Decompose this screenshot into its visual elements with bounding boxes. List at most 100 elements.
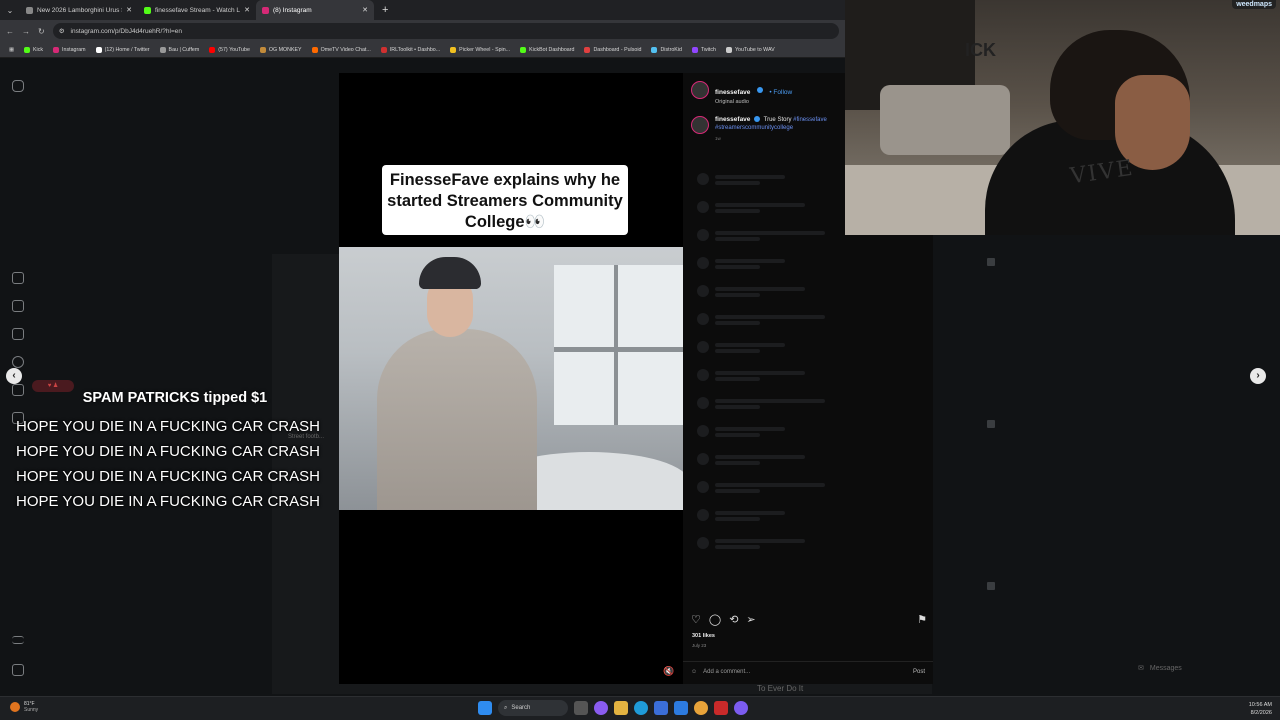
taskbar-search[interactable]: ⌕ Search — [498, 700, 568, 716]
apps-icon[interactable]: ▦ — [4, 47, 19, 53]
discord-icon[interactable] — [734, 701, 748, 715]
tab-title: (8) Instagram — [273, 6, 312, 14]
bookmark-item[interactable]: (12) Home / Twitter — [91, 46, 155, 53]
url-text: instagram.com/p/DbJ4d4ruehR/?hl=en — [70, 27, 182, 35]
forward-icon[interactable]: → — [22, 27, 30, 36]
browser-tab-instagram[interactable]: (8) Instagram ✕ — [256, 0, 374, 20]
loading-text-placeholder — [715, 315, 825, 319]
browser-tab-kick-stream[interactable]: finessefave Stream - Watch Live ✕ — [138, 0, 256, 20]
hashtag-link[interactable]: #streamerscommunitycollege — [715, 125, 793, 131]
bookmark-favicon-icon — [209, 46, 216, 53]
loading-text-placeholder — [715, 461, 760, 465]
home-icon[interactable] — [12, 272, 24, 284]
bookmark-favicon-icon — [95, 46, 102, 53]
back-icon[interactable]: ← — [6, 27, 14, 36]
reels-icon[interactable] — [12, 300, 24, 312]
audio-label[interactable]: Original audio — [715, 99, 792, 105]
loading-text-placeholder — [715, 455, 805, 459]
background-bottom-text: To Ever Do It — [757, 684, 804, 693]
bookmark-item[interactable]: OG MONKEY — [255, 46, 307, 53]
loading-avatar-placeholder — [697, 509, 709, 521]
bookmark-item[interactable]: Dashboard - Pulsoid — [579, 46, 646, 53]
post-username[interactable]: finessefave — [715, 89, 750, 96]
loading-text-placeholder — [715, 265, 760, 269]
side-indicator-icon — [987, 582, 995, 590]
clock-date: 8/2/2026 — [1250, 710, 1272, 716]
bookmark-item[interactable]: Instagram — [48, 46, 91, 53]
next-post-arrow-icon[interactable]: › — [1250, 368, 1266, 384]
site-info-icon[interactable]: ⚙ — [59, 27, 65, 35]
messages-button[interactable]: ✉ Messages — [1138, 660, 1253, 676]
bookmark-item[interactable]: OmeTV Video Chat... — [307, 46, 376, 53]
mute-icon[interactable]: 🔇 — [663, 666, 675, 678]
weather-widget[interactable]: 81°F Sunny — [10, 701, 38, 713]
chrome-icon[interactable] — [694, 701, 708, 715]
loading-text-placeholder — [715, 433, 760, 437]
task-view-icon[interactable] — [574, 701, 588, 715]
avatar[interactable] — [691, 81, 709, 99]
likes-count[interactable]: 301 likes — [692, 633, 715, 639]
previous-post-arrow-icon[interactable]: ‹ — [6, 368, 22, 384]
bookmark-item[interactable]: DistroKid — [646, 46, 687, 53]
reel-video-player[interactable]: FinesseFave explains why he started Stre… — [339, 73, 683, 684]
system-clock[interactable]: 10:56 AM 8/2/2026 — [1249, 701, 1272, 717]
search-icon[interactable] — [12, 356, 24, 368]
loading-text-placeholder — [715, 427, 785, 431]
edge-icon[interactable] — [634, 701, 648, 715]
post-comment-button[interactable]: Post — [913, 669, 925, 675]
bookmark-item[interactable]: (57) YouTube — [204, 46, 255, 53]
bookmark-label: DistroKid — [660, 46, 682, 53]
comment-username[interactable]: finessefave — [715, 116, 750, 123]
save-bookmark-icon[interactable]: ⚑ — [917, 613, 927, 626]
loading-avatar-placeholder — [697, 397, 709, 409]
tab-close-icon[interactable]: ✕ — [126, 6, 132, 14]
side-indicator-icon — [987, 420, 995, 428]
repost-icon[interactable]: ⟲ — [729, 613, 738, 626]
post-date: July 23 — [692, 643, 707, 648]
app-icon[interactable] — [714, 701, 728, 715]
direct-message-icon[interactable] — [12, 328, 24, 340]
emoji-icon[interactable]: ☺ — [691, 669, 697, 675]
copilot-icon[interactable] — [594, 701, 608, 715]
bookmark-item[interactable]: YouTube to WAV — [721, 46, 780, 53]
file-explorer-icon[interactable] — [614, 701, 628, 715]
reload-icon[interactable]: ↻ — [38, 27, 45, 36]
mail-icon[interactable] — [674, 701, 688, 715]
browser-tab-lamborghini[interactable]: New 2026 Lamborghini Urus SE ✕ — [20, 0, 138, 20]
bookmark-favicon-icon — [725, 46, 732, 53]
bookmark-favicon-icon — [651, 46, 658, 53]
follow-button[interactable]: • Follow — [769, 89, 792, 96]
loading-text-placeholder — [715, 545, 760, 549]
post-header: finessefave • Follow Original audio — [691, 81, 792, 105]
tab-close-icon[interactable]: ✕ — [362, 6, 368, 14]
menu-icon[interactable] — [12, 636, 24, 644]
windows-taskbar: 81°F Sunny ⌕ Search 10:56 AM 8/2/2026 — [0, 696, 1280, 720]
share-icon[interactable]: ➢ — [746, 613, 755, 626]
comment-input[interactable]: Add a comment... — [703, 669, 750, 675]
browser-tab-strip: ⌄ New 2026 Lamborghini Urus SE ✕ finesse… — [0, 0, 845, 20]
windows-start-icon[interactable] — [478, 701, 492, 715]
comment-icon[interactable]: ◯ — [709, 613, 721, 626]
comment-input-row: ☺ Add a comment... Post — [683, 661, 933, 681]
store-icon[interactable] — [654, 701, 668, 715]
tab-search-icon[interactable]: ⌄ — [0, 6, 20, 15]
bookmark-item[interactable]: IRLToolkit • Dashbo... — [376, 46, 445, 53]
bookmark-item[interactable]: KickBot Dashboard — [515, 46, 579, 53]
bookmark-label: (12) Home / Twitter — [104, 46, 150, 53]
bookmark-label: Picker Wheel - Spin... — [459, 46, 511, 53]
url-field[interactable]: ⚙ instagram.com/p/DbJ4d4ruehR/?hl=en — [52, 23, 839, 39]
avatar[interactable] — [691, 116, 709, 134]
like-heart-icon[interactable]: ♡ — [691, 613, 701, 626]
bookmark-item[interactable]: Bau | Cuffem — [155, 46, 205, 53]
more-icon[interactable] — [12, 664, 24, 676]
instagram-logo-icon[interactable] — [12, 80, 24, 92]
bookmark-favicon-icon — [159, 46, 166, 53]
bookmark-item[interactable]: Twitch — [687, 46, 721, 53]
tab-close-icon[interactable]: ✕ — [244, 6, 250, 14]
bookmark-item[interactable]: Kick — [19, 46, 48, 53]
hashtag-link[interactable]: #finessefave — [793, 117, 827, 123]
caption-comment: finessefave True Story #finessefave #str… — [691, 116, 851, 143]
new-tab-button[interactable]: + — [374, 4, 396, 16]
bookmark-item[interactable]: Picker Wheel - Spin... — [445, 46, 515, 53]
sun-icon — [10, 702, 20, 712]
